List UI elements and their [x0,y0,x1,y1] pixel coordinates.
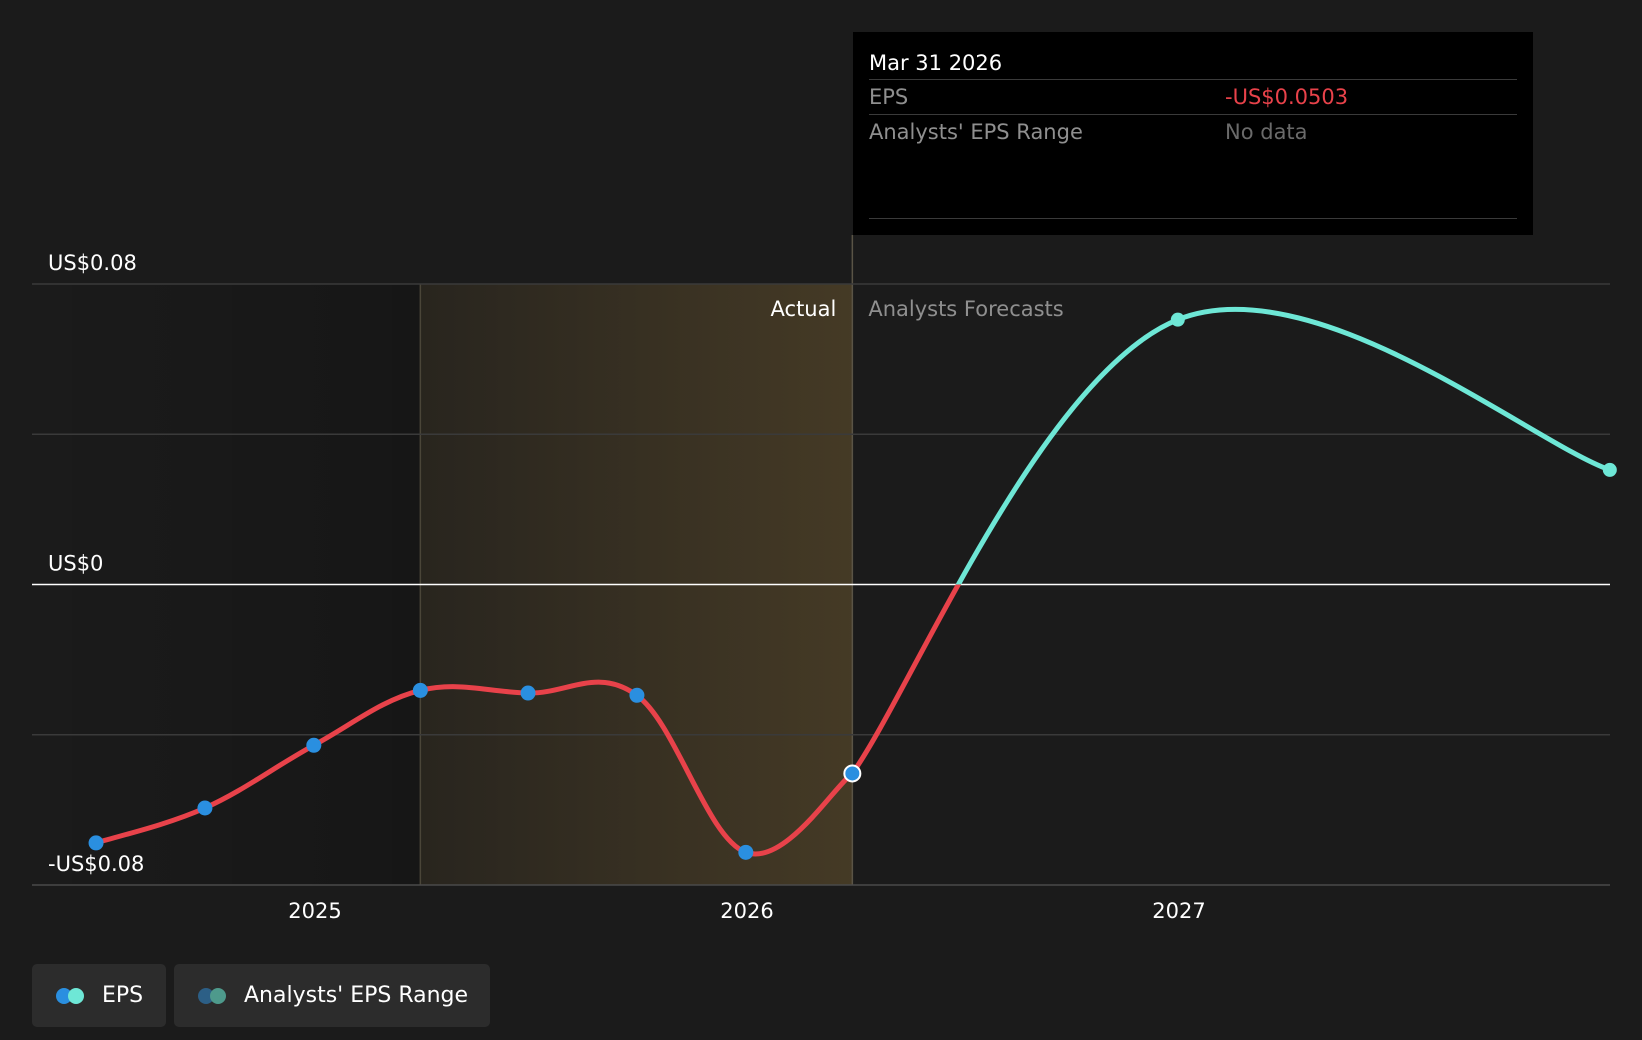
eps-point-forecast [1170,312,1185,327]
y-axis-label-2: -US$0.08 [48,852,144,876]
tooltip: Mar 31 2026 EPS -US$0.0503 Analysts' EPS… [853,32,1533,235]
eps-line-forecast-negative [849,584,962,776]
eps-legend-dot-forecast [68,987,84,1004]
legend-range-label: Analysts' EPS Range [244,983,469,1008]
eps-point-actual [520,685,536,701]
eps-range-legend-icon [198,987,228,1004]
y-axis-label-1: US$0 [48,552,103,576]
legend-eps-range[interactable]: Analysts' EPS Range [174,964,490,1027]
tooltip-row-range: Analysts' EPS Range No data [869,114,1517,149]
tooltip-date: Mar 31 2026 [869,51,1003,75]
x-tick-label-1: 2026 [720,899,773,923]
tooltip-row-eps: EPS -US$0.0503 [869,79,1517,114]
tooltip-divider [869,218,1517,219]
legend-eps[interactable]: EPS [32,964,166,1027]
tooltip-range-value: No data [1225,120,1308,144]
range-legend-dot-forecast [210,987,226,1004]
eps-point-actual [306,737,322,753]
x-tick-label-2: 2027 [1152,899,1205,923]
forecast-label: Analysts Forecasts [868,297,1063,321]
x-tick-label-0: 2025 [288,899,341,923]
eps-line-forecast-positive [955,306,1613,585]
eps-point-forecast [1602,462,1617,477]
eps-legend-icon [56,987,86,1004]
legend-eps-label: EPS [102,983,144,1008]
eps-point-actual [412,682,428,698]
y-axis-label-0: US$0.08 [48,251,137,275]
tooltip-range-label: Analysts' EPS Range [869,120,1083,144]
eps-point-actual [738,844,754,860]
tooltip-eps-value: -US$0.0503 [1225,85,1349,109]
eps-point-actual [629,687,645,703]
eps-point-actual [88,835,104,851]
eps-point-actual [197,800,213,816]
actual-label: Actual [771,297,837,321]
eps-point-selected [843,764,862,783]
tooltip-eps-label: EPS [869,85,909,109]
